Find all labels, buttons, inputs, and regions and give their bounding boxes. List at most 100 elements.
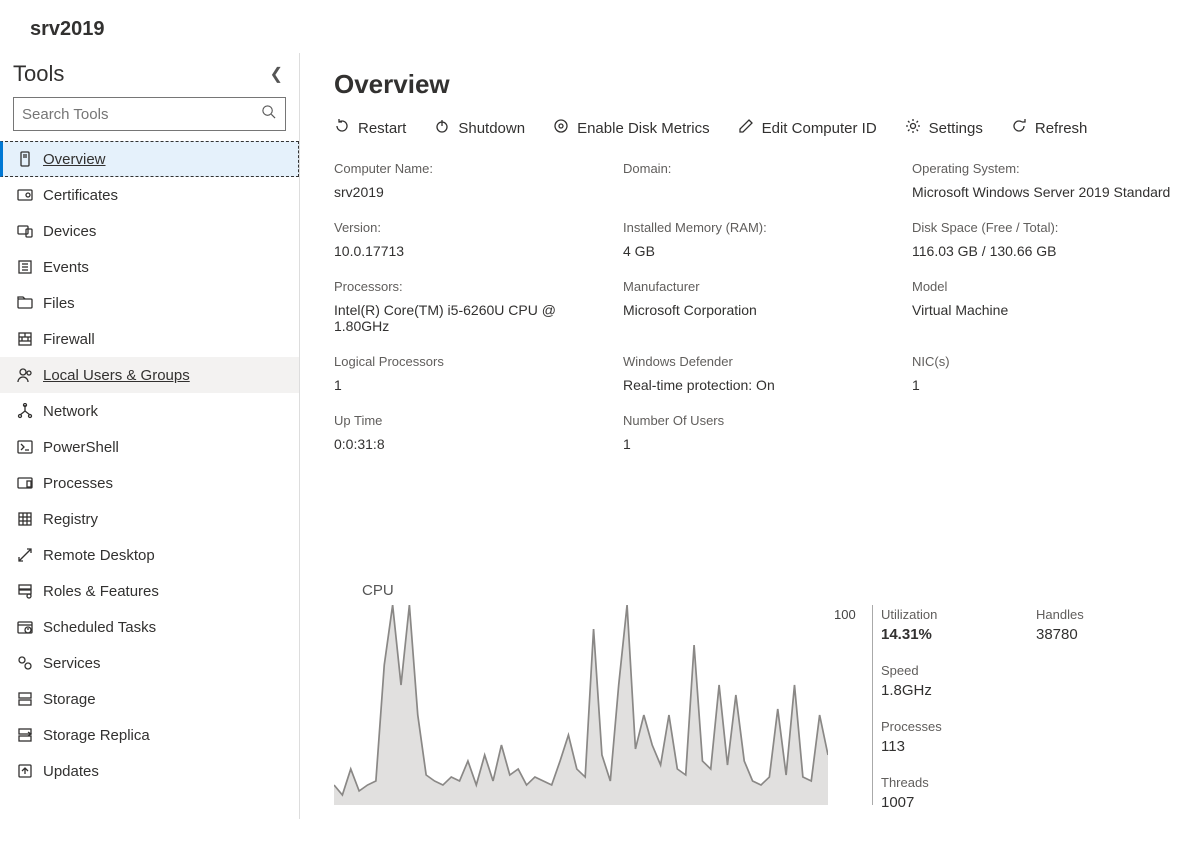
toolbar-label: Edit Computer ID: [762, 120, 877, 137]
info-value: Intel(R) Core(TM) i5-6260U CPU @ 1.80GHz: [334, 302, 603, 334]
sidebar-item-remote-desktop[interactable]: Remote Desktop: [0, 537, 299, 573]
cpu-stat-key: Handles: [1036, 607, 1181, 622]
sidebar-item-label: Events: [43, 259, 89, 276]
search-tools[interactable]: [13, 97, 286, 131]
roles-icon: [17, 583, 43, 599]
info-value: 4 GB: [623, 243, 892, 259]
devices-icon: [17, 223, 43, 239]
sidebar-item-files[interactable]: Files: [0, 285, 299, 321]
sidebar-item-powershell[interactable]: PowerShell: [0, 429, 299, 465]
sidebar-item-certificates[interactable]: Certificates: [0, 177, 299, 213]
sidebar-item-roles-features[interactable]: Roles & Features: [0, 573, 299, 609]
cpu-stat: Processes113: [881, 719, 1026, 755]
toolbar-label: Settings: [929, 120, 983, 137]
toolbar-label: Shutdown: [458, 120, 525, 137]
sched-icon: [17, 619, 43, 635]
events-icon: [17, 259, 43, 275]
sidebar-item-storage-replica[interactable]: Storage Replica: [0, 717, 299, 753]
files-icon: [17, 295, 43, 311]
sidebar-item-label: Certificates: [43, 187, 118, 204]
collapse-sidebar-icon[interactable]: ❮: [270, 64, 283, 84]
reg-icon: [17, 511, 43, 527]
sidebar-item-events[interactable]: Events: [0, 249, 299, 285]
info-grid: Computer Name:srv2019Domain:Operating Sy…: [334, 161, 1181, 452]
sidebar-item-label: Remote Desktop: [43, 547, 155, 564]
toolbar-label: Restart: [358, 120, 406, 137]
restart-icon: [334, 118, 350, 139]
sidebar-item-label: Updates: [43, 763, 99, 780]
sidebar-item-devices[interactable]: Devices: [0, 213, 299, 249]
info-value: Microsoft Corporation: [623, 302, 892, 318]
info-cell: Version:10.0.17713: [334, 220, 603, 259]
proc-icon: [17, 475, 43, 491]
cpu-chart: [334, 605, 828, 805]
server-icon: [17, 151, 43, 167]
sidebar-item-label: Local Users & Groups: [43, 367, 190, 384]
refresh-icon: [1011, 118, 1027, 139]
updates-icon: [17, 763, 43, 779]
sidebar-item-storage[interactable]: Storage: [0, 681, 299, 717]
enable-disk-metrics-button[interactable]: Enable Disk Metrics: [553, 118, 710, 139]
sidebar-item-label: Processes: [43, 475, 113, 492]
refresh-button[interactable]: Refresh: [1011, 118, 1088, 139]
page-title: Overview: [334, 69, 1181, 100]
cpu-stat: [1036, 719, 1181, 755]
info-cell: Number Of Users 1: [623, 413, 892, 452]
sidebar-item-label: Devices: [43, 223, 96, 240]
info-cell: Operating System:Microsoft Windows Serve…: [912, 161, 1181, 200]
settings-button[interactable]: Settings: [905, 118, 983, 139]
sidebar-item-network[interactable]: Network: [0, 393, 299, 429]
cpu-stat-value: 14.31%: [881, 626, 1026, 643]
info-value: 1: [623, 436, 892, 452]
sidebar-item-scheduled-tasks[interactable]: Scheduled Tasks: [0, 609, 299, 645]
info-cell: ModelVirtual Machine: [912, 279, 1181, 334]
cpu-stat-key: Threads: [881, 775, 1026, 790]
sidebar-item-firewall[interactable]: Firewall: [0, 321, 299, 357]
sidebar-item-overview[interactable]: Overview: [0, 141, 299, 177]
info-key: NIC(s): [912, 354, 1181, 369]
sidebar-item-updates[interactable]: Updates: [0, 753, 299, 789]
cpu-stat-value: 1.8GHz: [881, 682, 1026, 699]
info-value: 116.03 GB / 130.66 GB: [912, 243, 1181, 259]
info-key: Disk Space (Free / Total):: [912, 220, 1181, 235]
search-input[interactable]: [14, 106, 251, 123]
info-value: 1: [334, 377, 603, 393]
ps-icon: [17, 439, 43, 455]
restart-button[interactable]: Restart: [334, 118, 406, 139]
cpu-title: CPU: [362, 582, 1181, 599]
replica-icon: [17, 727, 43, 743]
shutdown-button[interactable]: Shutdown: [434, 118, 525, 139]
info-value: 0:0:31:8: [334, 436, 603, 452]
cpu-stat-key: Speed: [881, 663, 1026, 678]
rdp-icon: [17, 547, 43, 563]
sidebar: Tools ❮ OverviewCertificatesDevicesEvent…: [0, 53, 300, 819]
cert-icon: [17, 187, 43, 203]
info-key: Processors:: [334, 279, 603, 294]
main-content: Overview Restart Shutdown Enable Disk Metr…: [300, 53, 1201, 819]
sidebar-item-processes[interactable]: Processes: [0, 465, 299, 501]
edit-computer-id-button[interactable]: Edit Computer ID: [738, 118, 877, 139]
cpu-stats: Utilization14.31%Handles38780Speed1.8GHz…: [881, 605, 1181, 811]
info-key: Windows Defender: [623, 354, 892, 369]
target-icon: [553, 118, 569, 139]
cpu-stat-key: Processes: [881, 719, 1026, 734]
cpu-stat: [1036, 663, 1181, 699]
info-key: Number Of Users: [623, 413, 892, 428]
sidebar-item-registry[interactable]: Registry: [0, 501, 299, 537]
info-key: Version:: [334, 220, 603, 235]
sidebar-item-label: Registry: [43, 511, 98, 528]
sidebar-item-label: Firewall: [43, 331, 95, 348]
info-cell: Windows Defender Real-time protection: On: [623, 354, 892, 393]
cpu-stat: Threads1007: [881, 775, 1026, 811]
search-icon[interactable]: [251, 104, 285, 124]
server-name: srv2019: [0, 0, 1201, 53]
info-value: Real-time protection: On: [623, 377, 892, 393]
users-icon: [17, 367, 43, 383]
cpu-stat-key: Utilization: [881, 607, 1026, 622]
sidebar-item-label: Storage: [43, 691, 96, 708]
sidebar-item-services[interactable]: Services: [0, 645, 299, 681]
toolbar-label: Refresh: [1035, 120, 1088, 137]
sidebar-item-label: Files: [43, 295, 75, 312]
sidebar-item-local-users-groups[interactable]: Local Users & Groups: [0, 357, 299, 393]
edit-icon: [738, 118, 754, 139]
